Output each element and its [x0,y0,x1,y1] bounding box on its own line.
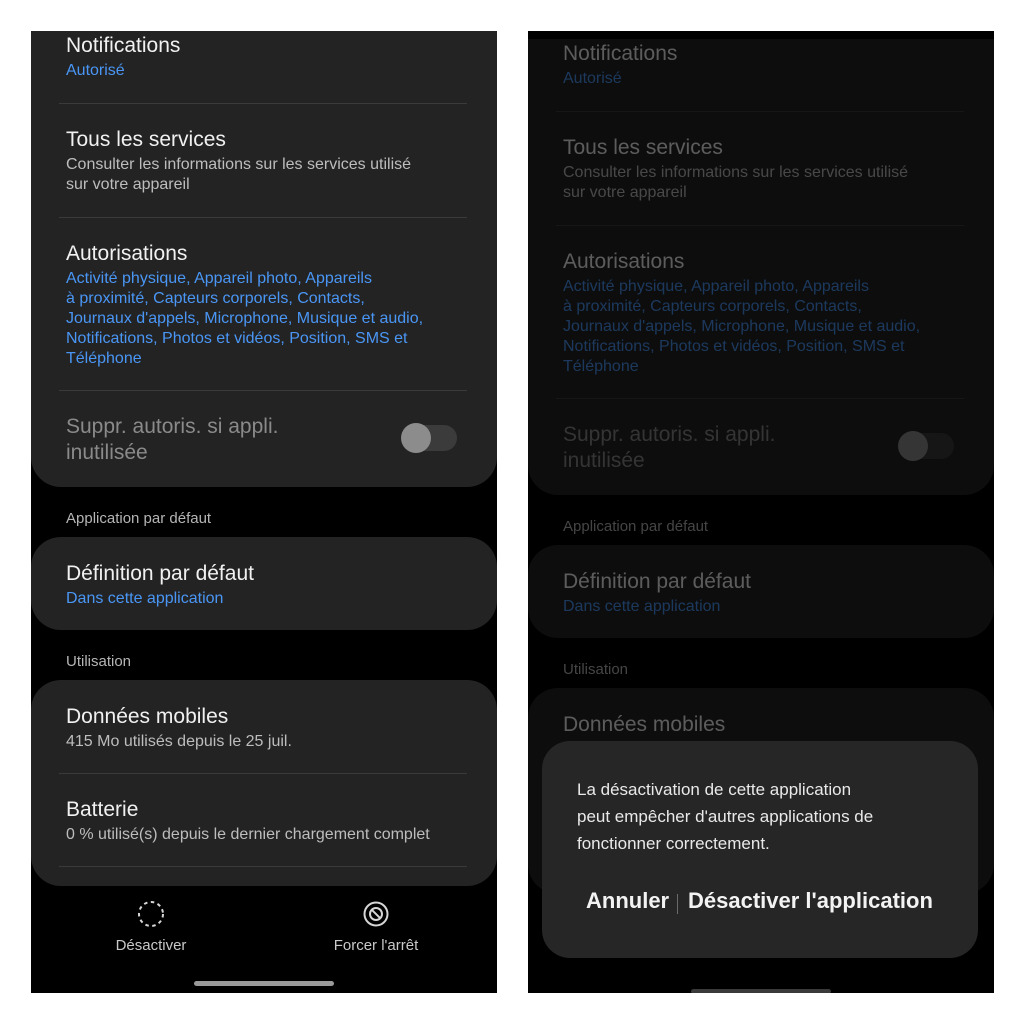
services-row[interactable]: Tous les services Consulter les informat… [66,127,467,195]
toggle-knob [401,423,431,453]
permissions-title: Autorisations [66,242,188,265]
permissions-line: Journaux d'appels, Microphone, Musique e… [66,310,424,327]
divider [59,217,467,218]
permissions-line: à proximité, Capteurs corporels, Contact… [66,290,365,307]
battery-row[interactable]: Batterie 0 % utilisé(s) depuis le dernie… [66,797,467,845]
section-label-default-app: Application par défaut [66,510,212,527]
app-info-screen: Notifications Autorisé Tous les services… [31,31,497,993]
mobile-data-title: Données mobiles [66,705,229,728]
services-desc-line: sur votre appareil [66,176,190,193]
disable-label: Désactiver [115,937,187,954]
default-setting-title: Définition par défaut [66,562,254,585]
mobile-data-row[interactable]: Données mobiles 415 Mo utilisés depuis l… [66,704,467,752]
dialog-message: La désactivation de cette application pe… [577,776,917,857]
stop-circle-icon [363,901,389,927]
default-setting-row[interactable]: Définition par défaut Dans cette applica… [66,561,467,609]
dashed-circle-icon [138,901,164,927]
permissions-line: Notifications, Photos et vidéos, Positio… [66,330,408,347]
dialog-message-line: fonctionner correctement. [577,834,770,853]
dialog-button-separator [677,894,678,914]
notifications-value: Autorisé [66,62,125,79]
dialog-actions: Annuler Désactiver l'application [542,888,978,920]
settings-content: Notifications Autorisé Tous les services… [31,31,497,993]
default-app-card: Définition par défaut Dans cette applica… [31,537,497,630]
disable-button[interactable]: Désactiver [61,899,241,954]
divider [59,866,467,867]
services-desc: Consulter les informations sur les servi… [66,155,467,195]
services-title: Tous les services [66,128,226,151]
remove-permissions-toggle[interactable] [401,423,457,453]
remove-permissions-line: Suppr. autoris. si appli. [66,415,279,438]
usage-card: Données mobiles 415 Mo utilisés depuis l… [31,680,497,886]
dialog-message-line: La désactivation de cette application [577,780,852,799]
disable-confirm-dialog: La désactivation de cette application pe… [542,741,978,958]
force-stop-label: Forcer l'arrêt [333,937,419,954]
default-setting-value: Dans cette application [66,590,224,607]
permissions-line: Activité physique, Appareil photo, Appar… [66,270,372,287]
permissions-line: Téléphone [66,350,142,367]
force-stop-button[interactable]: Forcer l'arrêt [286,899,466,954]
app-info-card: Notifications Autorisé Tous les services… [31,31,497,487]
confirm-disable-button[interactable]: Désactiver l'application [688,888,933,914]
remove-permissions-row[interactable]: Suppr. autoris. si appli. inutilisée [66,414,387,466]
mobile-data-value: 415 Mo utilisés depuis le 25 juil. [66,733,292,750]
app-info-screen-with-dialog: Notifications Autorisé Tous les services… [528,31,994,993]
remove-permissions-label: Suppr. autoris. si appli. inutilisée [66,414,387,466]
battery-value: 0 % utilisé(s) depuis le dernier chargem… [66,826,430,843]
section-label-usage: Utilisation [66,653,132,670]
permissions-list: Activité physique, Appareil photo, Appar… [66,269,467,369]
divider [59,103,467,104]
home-indicator[interactable] [194,981,334,986]
notifications-title: Notifications [66,34,181,57]
battery-title: Batterie [66,798,139,821]
services-desc-line: Consulter les informations sur les servi… [66,156,412,173]
divider [59,390,467,391]
dialog-message-line: peut empêcher d'autres applications de [577,807,874,826]
notifications-row[interactable]: Notifications Autorisé [66,33,467,81]
cancel-button[interactable]: Annuler [586,888,669,914]
divider [59,773,467,774]
remove-permissions-line: inutilisée [66,441,148,464]
permissions-row[interactable]: Autorisations Activité physique, Apparei… [66,241,467,369]
bottom-action-bar: Désactiver Forcer l'arrêt [31,891,497,993]
